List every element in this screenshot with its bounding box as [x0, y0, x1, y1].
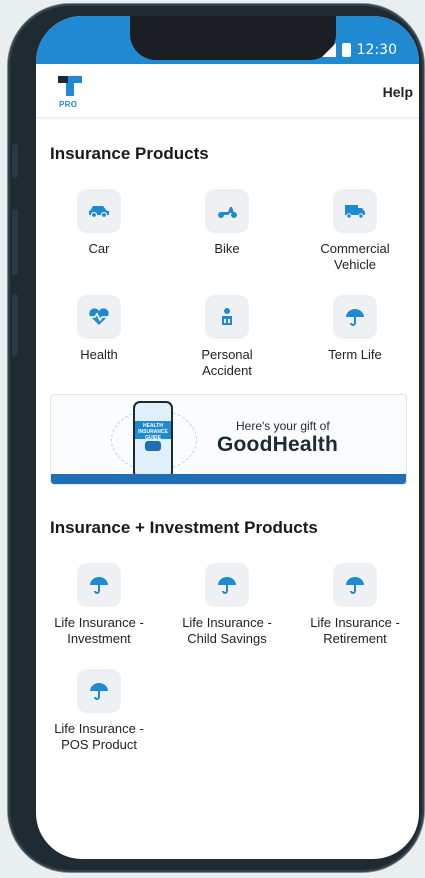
product-label: Car: [88, 241, 110, 256]
product-label: Commercial Vehicle: [320, 241, 390, 272]
app-logo[interactable]: PRO: [56, 74, 84, 114]
scooter-icon: [205, 189, 249, 233]
status-time: 12:30: [356, 42, 397, 58]
banner-tagline: Here's your gift of: [236, 419, 330, 433]
product-tile-health[interactable]: Health: [36, 295, 162, 363]
battery-icon: [341, 43, 351, 57]
insurance-products-title: Insurance Products: [50, 144, 209, 163]
volume-down-button: [12, 294, 18, 356]
status-bar: 12:30: [36, 16, 419, 64]
logo-t-icon: [58, 76, 82, 96]
umbrella-icon: [77, 669, 121, 713]
logo-text: PRO: [59, 100, 78, 109]
banner-headline: GoodHealth: [217, 433, 338, 456]
car-icon: [77, 189, 121, 233]
product-tile-term-life[interactable]: Term Life: [292, 295, 418, 363]
notch: [130, 16, 336, 60]
product-tile-life-investment[interactable]: Life Insurance - Investment: [36, 563, 162, 647]
umbrella-icon: [77, 563, 121, 607]
mute-switch: [12, 144, 18, 178]
umbrella-icon: [205, 563, 249, 607]
phone-frame: 12:30 PRO Help Insurance Products Car Bi…: [8, 4, 424, 872]
product-label: Bike: [214, 241, 240, 256]
person-accident-icon: [205, 295, 249, 339]
signal-icon: [321, 43, 336, 57]
volume-up-button: [12, 209, 18, 275]
goodhealth-banner[interactable]: HEALTH INSURANCE GUIDE Here's your gift …: [50, 394, 407, 485]
product-tile-life-pos-product[interactable]: Life Insurance - POS Product: [36, 669, 162, 753]
banner-phone-illustration: HEALTH INSURANCE GUIDE: [133, 401, 173, 479]
product-label: Life Insurance - POS Product: [54, 721, 144, 752]
product-label: Life Insurance - Investment: [54, 615, 144, 646]
product-tile-personal-accident[interactable]: Personal Accident: [164, 295, 290, 379]
product-label: Life Insurance - Retirement: [310, 615, 400, 646]
help-link[interactable]: Help: [383, 84, 413, 100]
product-label: Term Life: [328, 347, 382, 362]
gift-ribbon-icon: [145, 441, 161, 451]
banner-phone-text: HEALTH INSURANCE GUIDE: [138, 423, 168, 441]
umbrella-icon: [333, 563, 377, 607]
umbrella-icon: [333, 295, 377, 339]
investment-products-title: Insurance + Investment Products: [50, 518, 318, 537]
banner-strip: [51, 474, 406, 484]
app-header: PRO Help: [36, 64, 419, 118]
product-tile-bike[interactable]: Bike: [164, 189, 290, 257]
product-label: Life Insurance - Child Savings: [182, 615, 272, 646]
product-tile-commercial-vehicle[interactable]: Commercial Vehicle: [292, 189, 418, 273]
product-tile-car[interactable]: Car: [36, 189, 162, 257]
app-screen: 12:30 PRO Help Insurance Products Car Bi…: [36, 16, 419, 859]
product-label: Health: [80, 347, 118, 362]
product-label: Personal Accident: [201, 347, 253, 378]
heart-pulse-icon: [77, 295, 121, 339]
product-tile-life-child-savings[interactable]: Life Insurance - Child Savings: [164, 563, 290, 647]
truck-icon: [333, 189, 377, 233]
product-tile-life-retirement[interactable]: Life Insurance - Retirement: [292, 563, 418, 647]
